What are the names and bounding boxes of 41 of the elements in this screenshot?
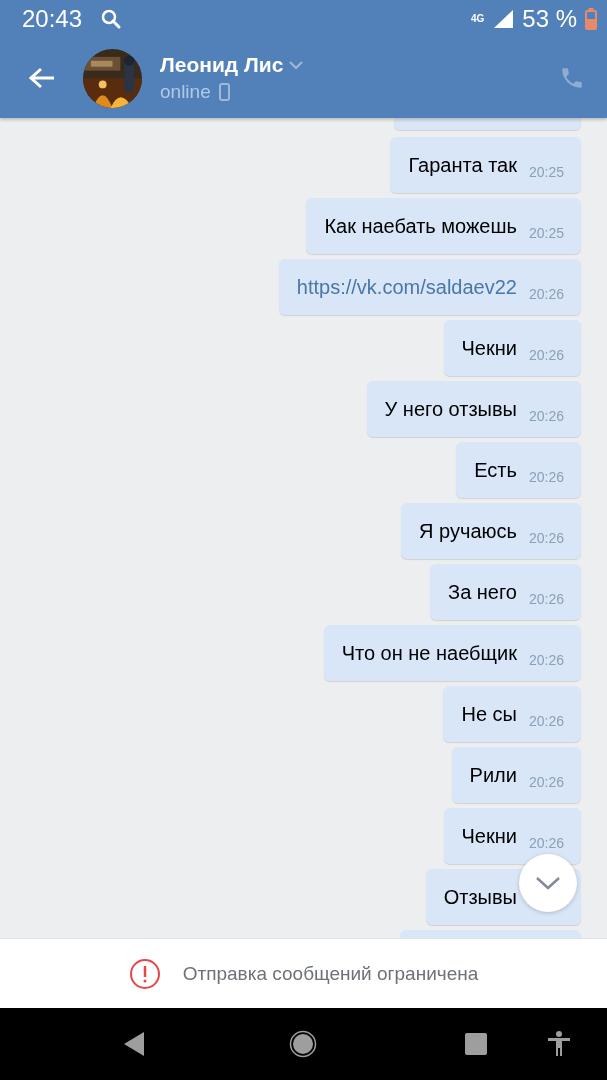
message-text: Что он не наебщик <box>341 641 517 665</box>
message-text: Рили <box>469 763 517 787</box>
message-time: 20:25 <box>528 164 564 180</box>
message-text: Отзывы <box>443 885 517 909</box>
message-text: Есть <box>474 458 517 482</box>
message-text: Чекни <box>461 824 517 848</box>
message-time: 20:26 <box>528 347 564 363</box>
message-text: За него <box>448 580 517 604</box>
accessibility-icon[interactable] <box>547 1031 571 1057</box>
message-time: 20:26 <box>528 591 564 607</box>
message-time: 20:26 <box>528 835 564 851</box>
signal-icon <box>492 9 515 29</box>
contact-name[interactable]: Леонид Лис <box>160 53 284 77</box>
home-circle-icon[interactable] <box>289 1030 317 1058</box>
message-time: 20:26 <box>528 408 564 424</box>
battery-icon <box>585 8 597 30</box>
phone-device-icon <box>218 83 230 101</box>
message-time: 20:26 <box>528 713 564 729</box>
back-triangle-icon[interactable] <box>122 1031 146 1057</box>
message-time: 20:26 <box>528 652 564 668</box>
message-time: 20:26 <box>528 530 564 546</box>
message-time: 20:26 <box>528 286 564 302</box>
message-text: Как наебать можешь <box>324 214 517 238</box>
status-time: 20:43 <box>22 5 83 33</box>
back-arrow-icon[interactable] <box>28 66 56 90</box>
chevron-down-icon <box>535 876 561 890</box>
message-text: Я ручаюсь <box>419 519 517 543</box>
battery-percent: 53 % <box>522 5 577 33</box>
message-time: 20:26 <box>528 469 564 485</box>
message-text: Чекни <box>461 336 517 360</box>
message-time: 20:26 <box>528 774 564 790</box>
online-status: online <box>160 81 211 103</box>
search-icon <box>100 8 123 30</box>
network-type: 4G <box>470 14 485 24</box>
message-text: Не сы <box>461 702 517 726</box>
message-time: 20:25 <box>528 225 564 241</box>
notice-text: Отправка сообщений ограничена <box>182 962 479 985</box>
message-text: Гаранта так <box>408 153 517 177</box>
message-text: У него отзывы <box>384 397 517 421</box>
warning-icon <box>128 957 161 990</box>
message-link[interactable]: https://vk.com/saldaev22 <box>296 275 517 299</box>
